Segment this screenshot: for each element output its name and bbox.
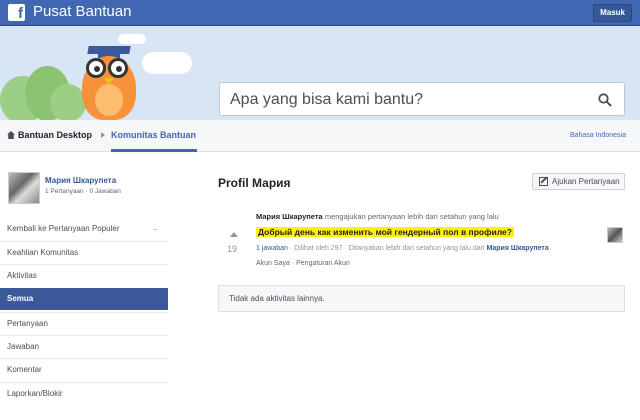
sidebar-item-report-block[interactable]: Laporkan/Blokir xyxy=(0,382,168,404)
owl-eye-icon xyxy=(108,58,128,78)
cloud-decoration xyxy=(142,52,192,74)
tab-community[interactable]: Komunitas Bantuan xyxy=(111,130,196,140)
breadcrumb-chevron-icon xyxy=(101,132,105,138)
activity-line: Мария Шкарупета mengajukan pertanyaan le… xyxy=(256,212,499,221)
search-box[interactable] xyxy=(219,82,625,116)
answers-link[interactable]: 1 jawaban xyxy=(256,245,288,252)
cloud-decoration xyxy=(118,34,146,44)
question-tags: Akun Saya · Pengaturan Akun xyxy=(256,260,350,267)
sidebar-item-answers[interactable]: Jawaban xyxy=(0,335,168,357)
tag-account-settings[interactable]: Pengaturan Akun xyxy=(296,260,350,267)
empty-activity-notice: Tidak ada aktivitas lainnya. xyxy=(218,285,625,312)
owl-eye-icon xyxy=(86,58,106,78)
activity-user[interactable]: Мария Шкарупета xyxy=(256,212,323,221)
home-icon xyxy=(7,131,15,139)
edit-icon xyxy=(539,177,548,186)
sidebar-item-all[interactable]: Semua xyxy=(0,288,168,310)
facebook-logo-icon[interactable]: f xyxy=(8,4,25,22)
asker-link[interactable]: Мария Шкарупета xyxy=(486,245,548,252)
nav-bar: Bantuan Desktop Komunitas Bantuan Bahasa… xyxy=(0,120,640,152)
brand-title[interactable]: Pusat Bantuan xyxy=(33,3,131,20)
search-icon[interactable] xyxy=(598,93,612,107)
active-tab-indicator xyxy=(111,149,197,152)
owl-beak-icon xyxy=(104,78,114,85)
tag-my-account[interactable]: Akun Saya xyxy=(256,260,290,267)
hero-banner xyxy=(0,26,640,120)
bush-decoration xyxy=(50,84,86,120)
search-input[interactable] xyxy=(230,89,590,111)
arrow-left-icon: ← xyxy=(152,224,160,233)
page-title: Profil Мария xyxy=(218,176,291,190)
ask-question-button[interactable]: Ajukan Pertanyaan xyxy=(532,173,625,190)
sidebar-item-questions[interactable]: Pertanyaan xyxy=(0,312,168,334)
top-bar: f Pusat Bantuan Masuk xyxy=(0,0,640,26)
question-meta: 1 jawaban · Dilihat oleh 297 · Ditanyaka… xyxy=(256,245,549,252)
owl-belly xyxy=(95,84,123,116)
login-button[interactable]: Masuk xyxy=(593,4,632,22)
avatar[interactable] xyxy=(8,172,40,204)
sidebar-item-comments[interactable]: Komentar xyxy=(0,358,168,380)
profile-stats: 1 Pertanyaan · 0 Jawaban xyxy=(45,188,121,195)
nav-home-link[interactable]: Bantuan Desktop xyxy=(7,130,92,140)
sidebar-item-expertise[interactable]: Keahlian Komunitas xyxy=(0,241,168,263)
upvote-icon[interactable] xyxy=(230,232,238,237)
sidebar-item-activity[interactable]: Aktivitas xyxy=(0,264,168,286)
question-author-avatar[interactable] xyxy=(607,227,623,243)
question-title-link[interactable]: Добрый день как изменить мой гендерный п… xyxy=(256,227,514,237)
language-link[interactable]: Bahasa Indonesia xyxy=(570,132,626,139)
profile-name[interactable]: Мария Шкарупета xyxy=(45,176,116,185)
sidebar-item-back[interactable]: Kembali ke Pertanyaan Populer ← xyxy=(0,218,168,240)
vote-count: 19 xyxy=(227,244,238,254)
